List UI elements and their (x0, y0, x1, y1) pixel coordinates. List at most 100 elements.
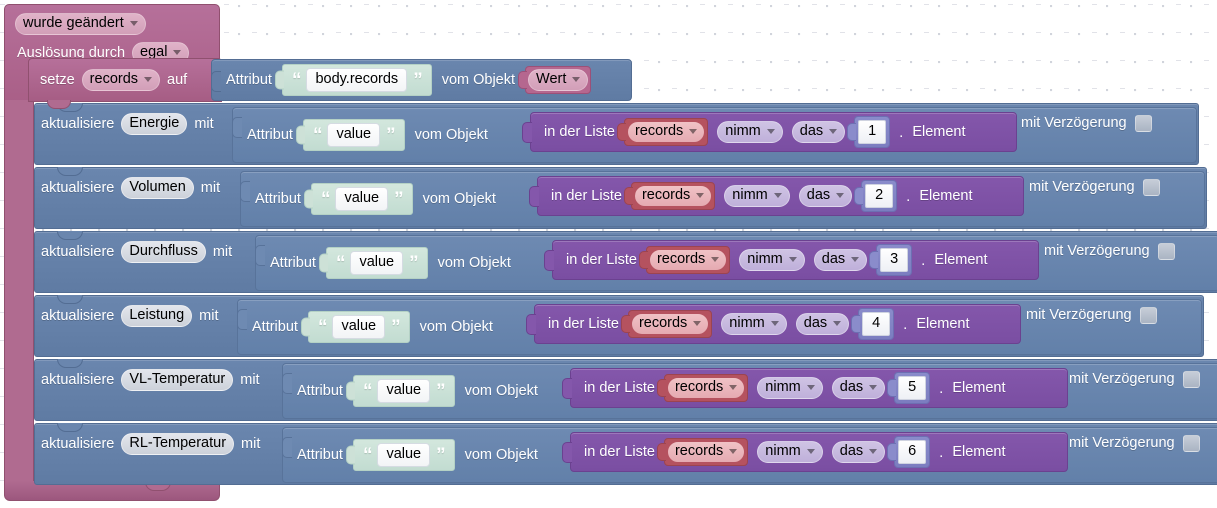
attribute-value-text-block[interactable]: “ value ” (345, 439, 455, 471)
list-index-number-block[interactable]: 4 (851, 308, 895, 340)
list-get-item-block[interactable]: in der Liste records nimm das 3 . Elemen… (544, 240, 1039, 280)
object-value-dropdown[interactable]: Wert (528, 69, 589, 91)
update-target-field[interactable]: RL-Temperatur (121, 433, 235, 455)
attribute-name-field[interactable]: body.records (306, 68, 408, 92)
update-target-field[interactable]: Leistung (121, 305, 193, 327)
delay-checkbox[interactable] (1157, 243, 1175, 260)
attribute-value-text-block[interactable]: “ value ” (300, 311, 410, 343)
delay-option[interactable]: mit Verzögerung (1044, 243, 1175, 260)
value-plug-icon (282, 373, 292, 394)
delay-option[interactable]: mit Verzögerung (1069, 435, 1200, 452)
attribute-value-text-block[interactable]: “ value ” (345, 375, 455, 407)
list-variable-block[interactable]: records (620, 310, 713, 338)
delay-option[interactable]: mit Verzögerung (1021, 115, 1152, 132)
list-prefix-label: in der Liste (584, 443, 655, 460)
list-get-item-block[interactable]: in der Liste records nimm das 5 . Elemen… (562, 368, 1068, 408)
list-index-field[interactable]: 6 (898, 440, 927, 464)
set-prefix-label: setze (40, 71, 75, 88)
set-variable-block[interactable]: setze records auf (28, 58, 222, 102)
list-variable-block[interactable]: records (656, 438, 749, 466)
update-attribute-row[interactable]: aktualisiere Energie mit Attribut “ valu… (34, 103, 1199, 165)
from-object-label: vom Objekt (422, 190, 496, 207)
list-variable-dropdown[interactable]: records (666, 377, 746, 399)
attribute-value-field[interactable]: value (377, 443, 431, 467)
list-index-number-block[interactable]: 6 (887, 436, 931, 468)
update-attribute-row[interactable]: aktualisiere Durchfluss mit Attribut “ v… (34, 231, 1217, 293)
list-index-number-block[interactable]: 2 (854, 180, 898, 212)
update-target-field[interactable]: Volumen (121, 177, 194, 199)
list-variable-block[interactable]: records (656, 374, 749, 402)
list-mode-dropdown[interactable]: nimm (757, 377, 823, 399)
attribute-value-field[interactable]: value (335, 187, 389, 211)
list-which-dropdown[interactable]: das (813, 249, 868, 271)
update-prefix-label: aktualisiere (41, 307, 115, 324)
delay-checkbox[interactable] (1182, 435, 1200, 452)
delay-checkbox[interactable] (1139, 307, 1157, 324)
list-variable-block[interactable]: records (623, 182, 716, 210)
get-attribute-block[interactable]: Attribut “ body.records ” vom Objekt Wer… (211, 59, 632, 101)
attribute-value-text-block[interactable]: “ value ” (295, 119, 405, 151)
list-get-item-block[interactable]: in der Liste records nimm das 4 . Elemen… (526, 304, 1021, 344)
index-dot-label: . (939, 379, 944, 397)
list-mode-dropdown[interactable]: nimm (739, 249, 805, 271)
update-attribute-row[interactable]: aktualisiere Leistung mit Attribut “ val… (34, 295, 1204, 357)
list-variable-dropdown[interactable]: records (630, 313, 710, 335)
object-value-block[interactable]: Wert (518, 66, 592, 94)
chevron-down-icon (851, 257, 860, 262)
list-which-dropdown[interactable]: das (798, 185, 853, 207)
update-target-field[interactable]: Energie (121, 113, 188, 135)
list-get-item-block[interactable]: in der Liste records nimm das 1 . Elemen… (522, 112, 1017, 152)
attribute-value-field[interactable]: value (327, 123, 381, 147)
list-get-item-block[interactable]: in der Liste records nimm das 2 . Elemen… (529, 176, 1024, 216)
list-index-number-block[interactable]: 1 (847, 116, 891, 148)
quote-open-icon: “ (362, 380, 372, 402)
list-variable-dropdown[interactable]: records (666, 441, 746, 463)
list-index-field[interactable]: 3 (880, 248, 909, 272)
attribute-value-text-block[interactable]: “ value ” (303, 183, 413, 215)
update-prefix-label: aktualisiere (41, 179, 115, 196)
update-target-field[interactable]: VL-Temperatur (121, 369, 234, 391)
list-index-field[interactable]: 2 (865, 184, 894, 208)
list-mode-dropdown[interactable]: nimm (724, 185, 790, 207)
update-target-field[interactable]: Durchfluss (121, 241, 206, 263)
attribute-name-text-block[interactable]: “ body.records ” (274, 64, 432, 96)
set-variable-dropdown[interactable]: records (81, 69, 161, 91)
list-index-field[interactable]: 1 (858, 120, 887, 144)
list-index-field[interactable]: 4 (862, 312, 891, 336)
list-get-item-block[interactable]: in der Liste records nimm das 6 . Elemen… (562, 432, 1068, 472)
list-which-dropdown[interactable]: das (791, 121, 846, 143)
list-index-number-block[interactable]: 5 (887, 372, 931, 404)
list-mode-dropdown[interactable]: nimm (721, 313, 787, 335)
list-variable-dropdown[interactable]: records (633, 185, 713, 207)
attribute-value-field[interactable]: value (332, 315, 386, 339)
value-plug-icon (887, 379, 897, 397)
delay-label: mit Verzögerung (1044, 243, 1150, 260)
list-mode-dropdown[interactable]: nimm (717, 121, 783, 143)
delay-option[interactable]: mit Verzögerung (1026, 307, 1157, 324)
attribute-value-text-block[interactable]: “ value ” (318, 247, 428, 279)
list-variable-dropdown[interactable]: records (648, 249, 728, 271)
list-index-number-block[interactable]: 3 (869, 244, 913, 276)
delay-option[interactable]: mit Verzögerung (1029, 179, 1160, 196)
delay-checkbox[interactable] (1142, 179, 1160, 196)
list-variable-block[interactable]: records (616, 118, 709, 146)
delay-checkbox[interactable] (1182, 371, 1200, 388)
list-variable-block[interactable]: records (638, 246, 731, 274)
update-attribute-row[interactable]: aktualisiere VL-Temperatur mit Attribut … (34, 359, 1217, 421)
value-plug-icon (211, 71, 221, 92)
list-variable-dropdown[interactable]: records (626, 121, 706, 143)
update-attribute-row[interactable]: aktualisiere Volumen mit Attribut “ valu… (34, 167, 1207, 229)
list-mode-dropdown[interactable]: nimm (757, 441, 823, 463)
list-which-dropdown[interactable]: das (831, 377, 886, 399)
list-which-dropdown[interactable]: das (831, 441, 886, 463)
trigger-event-dropdown[interactable]: wurde geändert (15, 13, 146, 35)
attribute-value-field[interactable]: value (350, 251, 404, 275)
list-which-dropdown[interactable]: das (795, 313, 850, 335)
delay-checkbox[interactable] (1134, 115, 1152, 132)
delay-option[interactable]: mit Verzögerung (1069, 371, 1200, 388)
value-plug-icon (887, 443, 897, 461)
attribute-value-field[interactable]: value (377, 379, 431, 403)
value-plug-icon (240, 181, 250, 202)
update-attribute-row[interactable]: aktualisiere RL-Temperatur mit Attribut … (34, 423, 1217, 485)
list-index-field[interactable]: 5 (898, 376, 927, 400)
